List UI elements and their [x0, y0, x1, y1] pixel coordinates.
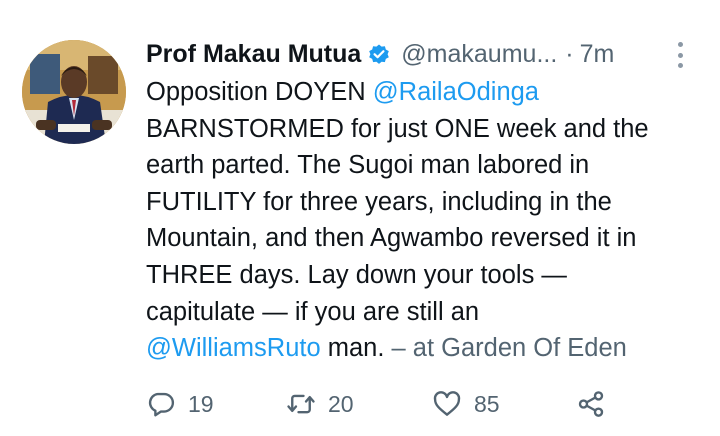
author-name[interactable]: Prof Makau Mutua [146, 37, 361, 71]
more-options-icon[interactable] [670, 40, 690, 70]
author-handle[interactable]: @makaumu... [401, 37, 557, 71]
reply-button[interactable]: 19 [146, 386, 214, 422]
reply-icon [146, 389, 176, 419]
retweet-count: 20 [328, 390, 354, 417]
timestamp[interactable]: 7m [580, 37, 615, 71]
tweet-line: earth parted. The Sugoi man labored in [146, 151, 590, 180]
tweet-line: Mountain, and then Agwambo reversed it i… [146, 224, 637, 253]
tweet-line: BARNSTORMED for just ONE week and the [146, 114, 649, 143]
like-icon [432, 389, 462, 419]
retweet-icon [286, 389, 316, 419]
mention-link[interactable]: @WilliamsRuto [146, 334, 321, 362]
tweet-line: THREE days. Lay down your tools — [146, 260, 567, 289]
tweet-line: FUTILITY for three years, including in t… [146, 187, 612, 216]
reply-count: 19 [188, 390, 214, 417]
tweet-line: Opposition DOYEN @RailaOdinga [146, 78, 539, 106]
share-icon [576, 389, 606, 419]
share-button[interactable] [576, 386, 606, 422]
verified-badge-icon [367, 42, 391, 66]
tweet-header: Prof Makau Mutua @makaumu... · 7m [146, 37, 614, 71]
mention-link[interactable]: @RailaOdinga [373, 78, 539, 106]
like-button[interactable]: 85 [432, 386, 500, 422]
separator-dot: · [565, 40, 574, 68]
avatar[interactable] [22, 40, 126, 144]
action-bar: 19 20 85 [146, 386, 616, 422]
tweet-line: capitulate — if you are still an [146, 297, 480, 326]
tweet: Prof Makau Mutua @makaumu... · 7m Opposi… [0, 0, 720, 436]
location-tag[interactable]: – at Garden Of Eden [384, 334, 627, 362]
tweet-text: Opposition DOYEN @RailaOdinga BARNSTORME… [146, 74, 706, 367]
like-count: 85 [474, 390, 500, 417]
tweet-line: @WilliamsRuto man. – at Garden Of Eden [146, 334, 627, 363]
retweet-button[interactable]: 20 [286, 386, 354, 422]
